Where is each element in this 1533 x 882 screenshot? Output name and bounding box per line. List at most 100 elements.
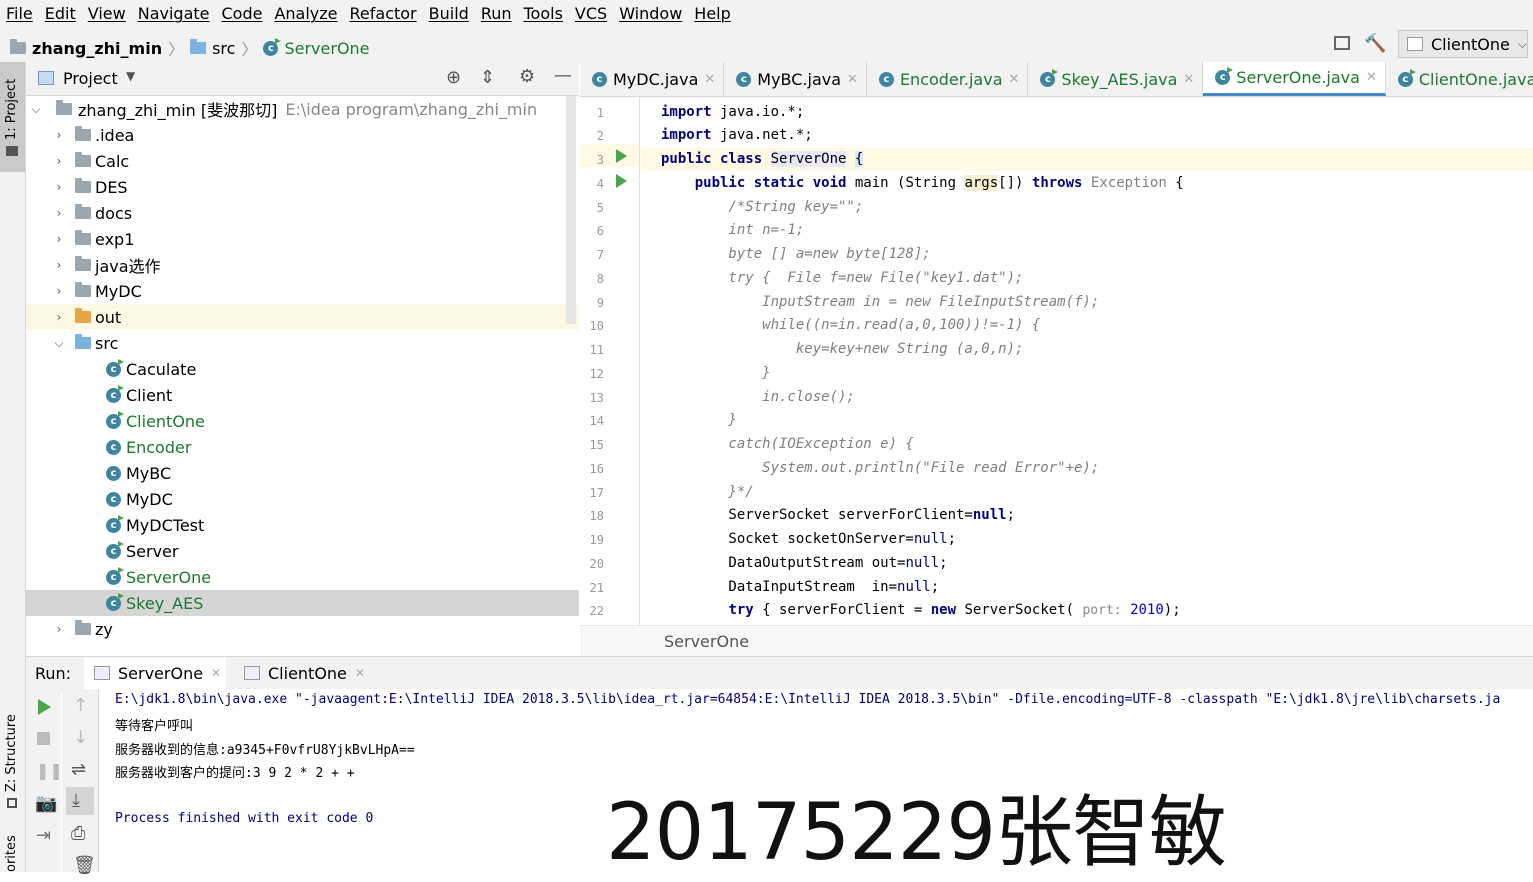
nav-separator-icon: 〉 xyxy=(241,40,258,59)
menu-edit[interactable]: Edit xyxy=(39,4,82,23)
stop-icon[interactable] xyxy=(37,732,50,745)
project-tool-tab[interactable]: 1: Project xyxy=(0,62,25,172)
tree-file-caculate[interactable]: c Caculate xyxy=(26,356,579,382)
tab-encoder[interactable]: c Encoder.java ✕ xyxy=(867,62,1029,96)
menu-build[interactable]: Build xyxy=(423,4,475,23)
breadcrumb-class[interactable]: ServerOne xyxy=(664,632,749,651)
structure-tool-tab[interactable]: Z: Structure xyxy=(0,702,25,812)
tree-file-server[interactable]: c Server xyxy=(26,538,579,564)
console-line: E:\jdk1.8\bin\java.exe "-javaagent:E:\In… xyxy=(115,692,1501,707)
tree-folder-calc[interactable]: › Calc xyxy=(26,148,579,174)
view-dropdown-icon[interactable]: ▼ xyxy=(126,69,135,83)
menu-view[interactable]: View xyxy=(82,4,132,23)
chevron-down-icon[interactable]: ⌵ xyxy=(30,102,42,117)
project-panel-title[interactable]: Project xyxy=(63,69,118,88)
tree-file-label: MyBC xyxy=(126,463,172,483)
tree-file-skey-aes[interactable]: c Skey_AES xyxy=(26,590,579,616)
line-number: 17 xyxy=(589,486,604,500)
tree-file-mydc[interactable]: c MyDC xyxy=(26,486,579,512)
chevron-right-icon[interactable]: › xyxy=(53,310,65,324)
menu-tools[interactable]: Tools xyxy=(518,4,569,23)
tree-folder-java[interactable]: › java选作 xyxy=(26,252,579,278)
scroll-to-end-toggle[interactable] xyxy=(66,787,94,815)
tree-file-encoder[interactable]: c Encoder xyxy=(26,434,579,460)
nav-src[interactable]: src xyxy=(212,39,235,58)
tree-folder-idea[interactable]: › .idea xyxy=(26,122,579,148)
menu-refactor[interactable]: Refactor xyxy=(344,4,423,23)
line-number: 11 xyxy=(589,343,604,357)
nav-file[interactable]: ServerOne xyxy=(284,39,369,58)
run-main-icon[interactable] xyxy=(616,174,627,188)
camera-icon[interactable]: 📷 xyxy=(35,793,57,814)
close-icon[interactable]: ✕ xyxy=(847,72,858,87)
menu-vcs[interactable]: VCS xyxy=(569,4,613,23)
menu-run[interactable]: Run xyxy=(475,4,518,23)
close-icon[interactable]: ✕ xyxy=(211,666,221,680)
tree-file-client[interactable]: c Client xyxy=(26,382,579,408)
build-hammer-icon[interactable]: 🔨 xyxy=(1364,33,1386,54)
tab-serverone[interactable]: c ServerOne.java ✕ xyxy=(1203,62,1386,96)
gear-icon[interactable]: ⚙ xyxy=(519,66,535,87)
tree-folder-zy[interactable]: › zy xyxy=(26,616,579,642)
locate-icon[interactable]: ⊕ xyxy=(446,67,461,88)
arrow-down-icon[interactable]: ↓ xyxy=(73,727,88,748)
pause-icon[interactable]: ❚❚ xyxy=(36,761,63,780)
tree-folder-docs[interactable]: › docs xyxy=(26,200,579,226)
tab-mybc[interactable]: c MyBC.java ✕ xyxy=(724,62,867,96)
tree-file-mybc[interactable]: c MyBC xyxy=(26,460,579,486)
minimize-icon[interactable]: — xyxy=(554,65,572,86)
run-config-dropdown[interactable]: ClientOne ⌵ xyxy=(1398,30,1528,58)
close-icon[interactable]: ✕ xyxy=(1009,72,1020,87)
chevron-right-icon[interactable]: › xyxy=(53,284,65,298)
code-line: key=key+new String (a,0,n); xyxy=(661,341,1024,357)
menu-window[interactable]: Window xyxy=(613,4,688,23)
run-label: Run: xyxy=(35,664,72,683)
code-editor[interactable]: import java.io.*; import java.net.*; pub… xyxy=(641,97,1533,625)
tree-file-clientone[interactable]: c ClientOne xyxy=(26,408,579,434)
favorites-tool-tab[interactable]: orites xyxy=(0,832,25,872)
soft-wrap-icon[interactable]: ⇌ xyxy=(71,759,86,780)
arrow-up-icon[interactable]: ↑ xyxy=(73,695,88,716)
tab-skey-aes[interactable]: c Skey_AES.java ✕ xyxy=(1028,62,1204,96)
menu-help[interactable]: Help xyxy=(688,4,736,23)
tree-folder-src[interactable]: ⌵ src xyxy=(26,330,579,356)
tree-folder-exp1[interactable]: › exp1 xyxy=(26,226,579,252)
tree-root[interactable]: ⌵ zhang_zhi_min [斐波那切] E:\idea program\z… xyxy=(26,96,579,122)
close-icon[interactable]: ✕ xyxy=(355,666,365,680)
menu-analyze[interactable]: Analyze xyxy=(268,4,343,23)
chevron-right-icon[interactable]: › xyxy=(53,258,65,272)
tree-folder-out[interactable]: › out xyxy=(26,304,579,330)
print-icon[interactable]: ⎙ xyxy=(71,823,85,844)
run-tab-serverone[interactable]: ServerOne ✕ xyxy=(84,657,226,689)
tree-file-mydctest[interactable]: c MyDCTest xyxy=(26,512,579,538)
run-tab-clientone[interactable]: ClientOne ✕ xyxy=(234,657,376,689)
chevron-right-icon[interactable]: › xyxy=(53,154,65,168)
tree-scrollbar[interactable] xyxy=(566,96,576,324)
tree-file-serverone[interactable]: c ServerOne xyxy=(26,564,579,590)
chevron-right-icon[interactable]: › xyxy=(53,180,65,194)
chevron-right-icon[interactable]: › xyxy=(53,128,65,142)
nav-project[interactable]: zhang_zhi_min xyxy=(32,39,162,58)
chevron-right-icon[interactable]: › xyxy=(53,232,65,246)
login-icon[interactable]: ⇥ xyxy=(36,825,51,846)
menu-code[interactable]: Code xyxy=(216,4,269,23)
close-icon[interactable]: ✕ xyxy=(704,72,715,87)
run-class-icon[interactable] xyxy=(616,149,627,163)
tab-clientone[interactable]: cClientOne.java✕ xyxy=(1386,62,1533,96)
trash-icon[interactable]: 🗑 xyxy=(73,855,96,876)
run-tab-label: ServerOne xyxy=(118,663,204,683)
collapse-all-icon[interactable]: ⇕ xyxy=(480,67,495,88)
close-icon[interactable]: ✕ xyxy=(1183,72,1194,87)
close-icon[interactable]: ✕ xyxy=(1366,70,1377,85)
chevron-right-icon[interactable]: › xyxy=(53,206,65,220)
chevron-right-icon[interactable]: › xyxy=(53,622,65,636)
menu-navigate[interactable]: Navigate xyxy=(132,4,216,23)
tree-folder-mydc[interactable]: › MyDC xyxy=(26,278,579,304)
rerun-icon[interactable] xyxy=(38,699,51,715)
console-line: Process finished with exit code 0 xyxy=(115,811,374,826)
menu-file[interactable]: File xyxy=(0,4,39,23)
chevron-down-icon[interactable]: ⌵ xyxy=(53,336,65,351)
tree-folder-des[interactable]: › DES xyxy=(26,174,579,200)
window-icon[interactable] xyxy=(1334,36,1350,50)
tab-mydc[interactable]: c MyDC.java ✕ xyxy=(580,62,725,96)
